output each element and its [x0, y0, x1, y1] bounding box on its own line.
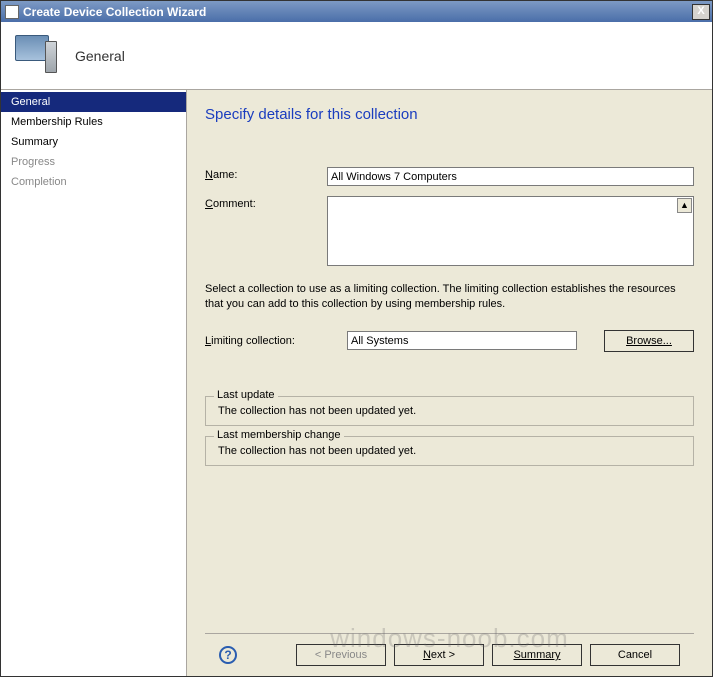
- help-icon[interactable]: ?: [219, 646, 237, 664]
- main-panel: Specify details for this collection Name…: [187, 90, 712, 676]
- header-band: General: [1, 22, 712, 90]
- last-membership-fieldset: Last membership change The collection ha…: [205, 436, 694, 466]
- comment-input[interactable]: [328, 197, 693, 265]
- comment-field-wrap: ▲: [327, 196, 694, 266]
- sidebar-item-completion: Completion: [1, 172, 186, 192]
- last-membership-legend: Last membership change: [214, 429, 344, 441]
- cancel-button[interactable]: Cancel: [590, 644, 680, 666]
- next-button[interactable]: Next >: [394, 644, 484, 666]
- browse-button[interactable]: Browse...: [604, 330, 694, 352]
- sidebar-item-membership-rules[interactable]: Membership Rules: [1, 112, 186, 132]
- sidebar-item-summary[interactable]: Summary: [1, 132, 186, 152]
- sidebar-item-general[interactable]: General: [1, 92, 186, 112]
- last-update-fieldset: Last update The collection has not been …: [205, 396, 694, 426]
- comment-label: Comment:: [205, 196, 327, 210]
- comment-row: Comment: ▲: [205, 196, 694, 266]
- limiting-row: Limiting collection: Browse...: [205, 330, 694, 352]
- last-membership-text: The collection has not been updated yet.: [214, 443, 685, 457]
- next-label: Next >: [423, 649, 455, 661]
- sidebar-item-progress: Progress: [1, 152, 186, 172]
- scroll-up-icon[interactable]: ▲: [677, 198, 692, 213]
- previous-button: < Previous: [296, 644, 386, 666]
- window-title: Create Device Collection Wizard: [23, 5, 206, 19]
- footer: ? < Previous Next > Summary Cancel: [205, 633, 694, 676]
- last-update-legend: Last update: [214, 389, 278, 401]
- limiting-help-text: Select a collection to use as a limiting…: [205, 282, 694, 312]
- limiting-label: Limiting collection:: [205, 335, 327, 347]
- summary-button[interactable]: Summary: [492, 644, 582, 666]
- page-title: Specify details for this collection: [205, 106, 694, 123]
- wizard-window: Create Device Collection Wizard X Genera…: [0, 0, 713, 677]
- close-button[interactable]: X: [692, 4, 710, 20]
- app-icon: [5, 5, 19, 19]
- name-label: Name:: [205, 167, 327, 181]
- name-input[interactable]: [327, 167, 694, 186]
- computer-icon: [15, 35, 57, 77]
- limiting-input: [347, 331, 577, 350]
- last-update-text: The collection has not been updated yet.: [214, 403, 685, 417]
- titlebar: Create Device Collection Wizard X: [1, 1, 712, 22]
- body-area: General Membership Rules Summary Progres…: [1, 90, 712, 676]
- button-group: < Previous Next > Summary Cancel: [296, 644, 680, 666]
- sidebar: General Membership Rules Summary Progres…: [1, 90, 187, 676]
- name-row: Name:: [205, 167, 694, 186]
- header-title: General: [75, 48, 125, 64]
